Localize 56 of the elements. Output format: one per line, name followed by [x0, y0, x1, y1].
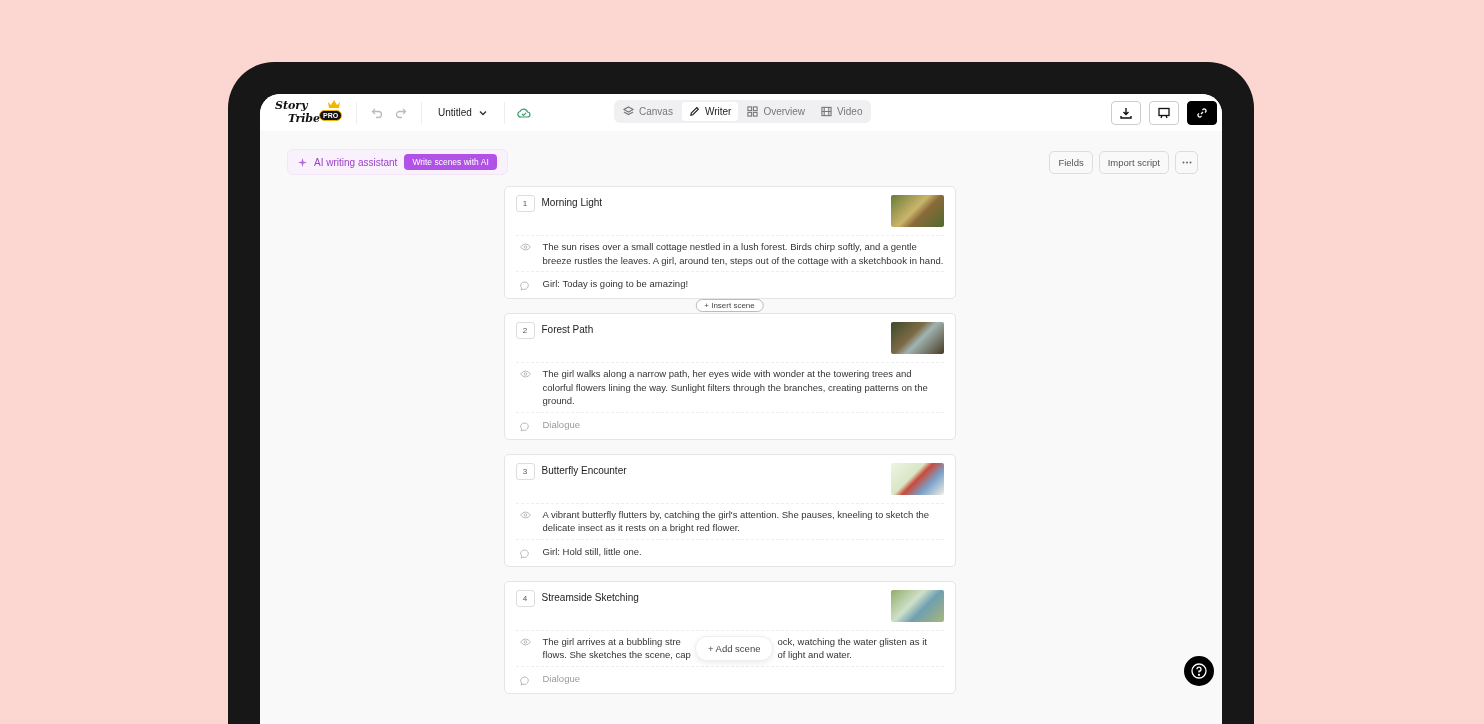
download-icon — [1120, 106, 1132, 119]
eye-icon — [519, 510, 531, 519]
scene-description[interactable]: The girl walks along a narrow path, her eyes wide with wonder at the towering trees and colorful flowers lining the way. Sunlight filters through the branches, creating patterns on the ground. — [542, 367, 944, 408]
speech-bubble-icon — [519, 281, 531, 291]
speech-bubble-icon — [519, 675, 531, 686]
crown-icon — [328, 99, 340, 108]
layers-icon — [623, 106, 634, 117]
view-tab[interactable]: Writer — [681, 102, 739, 121]
description-fragment[interactable]: of light and water. — [777, 648, 927, 662]
speech-bubble-icon — [519, 421, 531, 432]
speech-bubble-icon — [519, 548, 531, 559]
scene-number: 3 — [515, 462, 535, 480]
scene-number: 1 — [515, 195, 535, 212]
scene-description[interactable]: A vibrant butterfly flutters by, catching the girl's attention. She pauses, kneeling to sketch the delicate insect as it rests on a bright red flower. — [542, 507, 944, 535]
sparkle-icon — [298, 157, 307, 167]
scene-number: 4 — [515, 589, 535, 607]
description-fragment[interactable]: The girl arrives at a bubbling stre — [542, 634, 691, 648]
dialogue-text[interactable]: Girl: Hold still, little one. — [542, 545, 642, 557]
eye-icon — [519, 243, 531, 251]
scene-title[interactable]: Butterfly Encounter — [541, 464, 891, 476]
presentation-icon — [1158, 106, 1170, 119]
action-button[interactable]: Import script — [1098, 150, 1169, 174]
description-fragment[interactable]: flows. She sketches the scene, cap — [542, 648, 691, 662]
grid-icon — [747, 106, 759, 117]
action-button[interactable]: Fields — [1049, 150, 1093, 174]
image-placeholder[interactable] — [890, 462, 944, 495]
present-button[interactable] — [1149, 100, 1179, 125]
eye-icon — [519, 637, 531, 646]
help-button[interactable] — [1184, 656, 1214, 686]
scene-title[interactable]: Morning Light — [541, 197, 891, 208]
image-placeholder[interactable] — [890, 322, 944, 354]
help-icon — [1191, 663, 1207, 679]
cloud-check-icon — [516, 107, 531, 118]
view-tab[interactable]: Video — [814, 102, 870, 121]
dialogue-text[interactable]: Girl: Today is going to be amazing! — [542, 278, 689, 289]
share-link-button[interactable] — [1187, 100, 1217, 125]
document-title-dropdown[interactable]: Untitled — [434, 105, 492, 120]
image-placeholder[interactable] — [890, 589, 944, 622]
insert-scene-button[interactable]: + Insert scene — [695, 299, 764, 312]
scene-description[interactable]: The sun rises over a small cottage nestled in a lush forest. Birds chirp softly, and a gentle breeze rustles the leaves. A girl, around ten, steps out of the cottage with a sketchbook in hand. — [542, 240, 944, 267]
pencil-icon — [688, 106, 700, 117]
download-button[interactable] — [1111, 100, 1141, 125]
scene-title[interactable]: Forest Path — [541, 324, 891, 335]
view-tab[interactable]: Overview — [740, 102, 813, 121]
eye-icon — [519, 370, 531, 378]
link-icon — [1196, 106, 1208, 119]
scene-number: 2 — [515, 322, 535, 339]
film-icon — [821, 106, 833, 117]
image-placeholder[interactable] — [890, 195, 944, 227]
ai-assistant-label: AI writing assistant — [314, 156, 398, 168]
ellipsis-icon — [1181, 160, 1192, 164]
add-scene-button[interactable]: + Add scene — [694, 635, 774, 661]
view-tab[interactable]: Canvas — [616, 102, 680, 121]
scene-title[interactable]: Streamside Sketching — [541, 591, 891, 603]
description-fragment[interactable]: ock, watching the water glisten as it — [777, 634, 927, 648]
write-scenes-button[interactable]: Write scenes with AI — [404, 154, 497, 170]
